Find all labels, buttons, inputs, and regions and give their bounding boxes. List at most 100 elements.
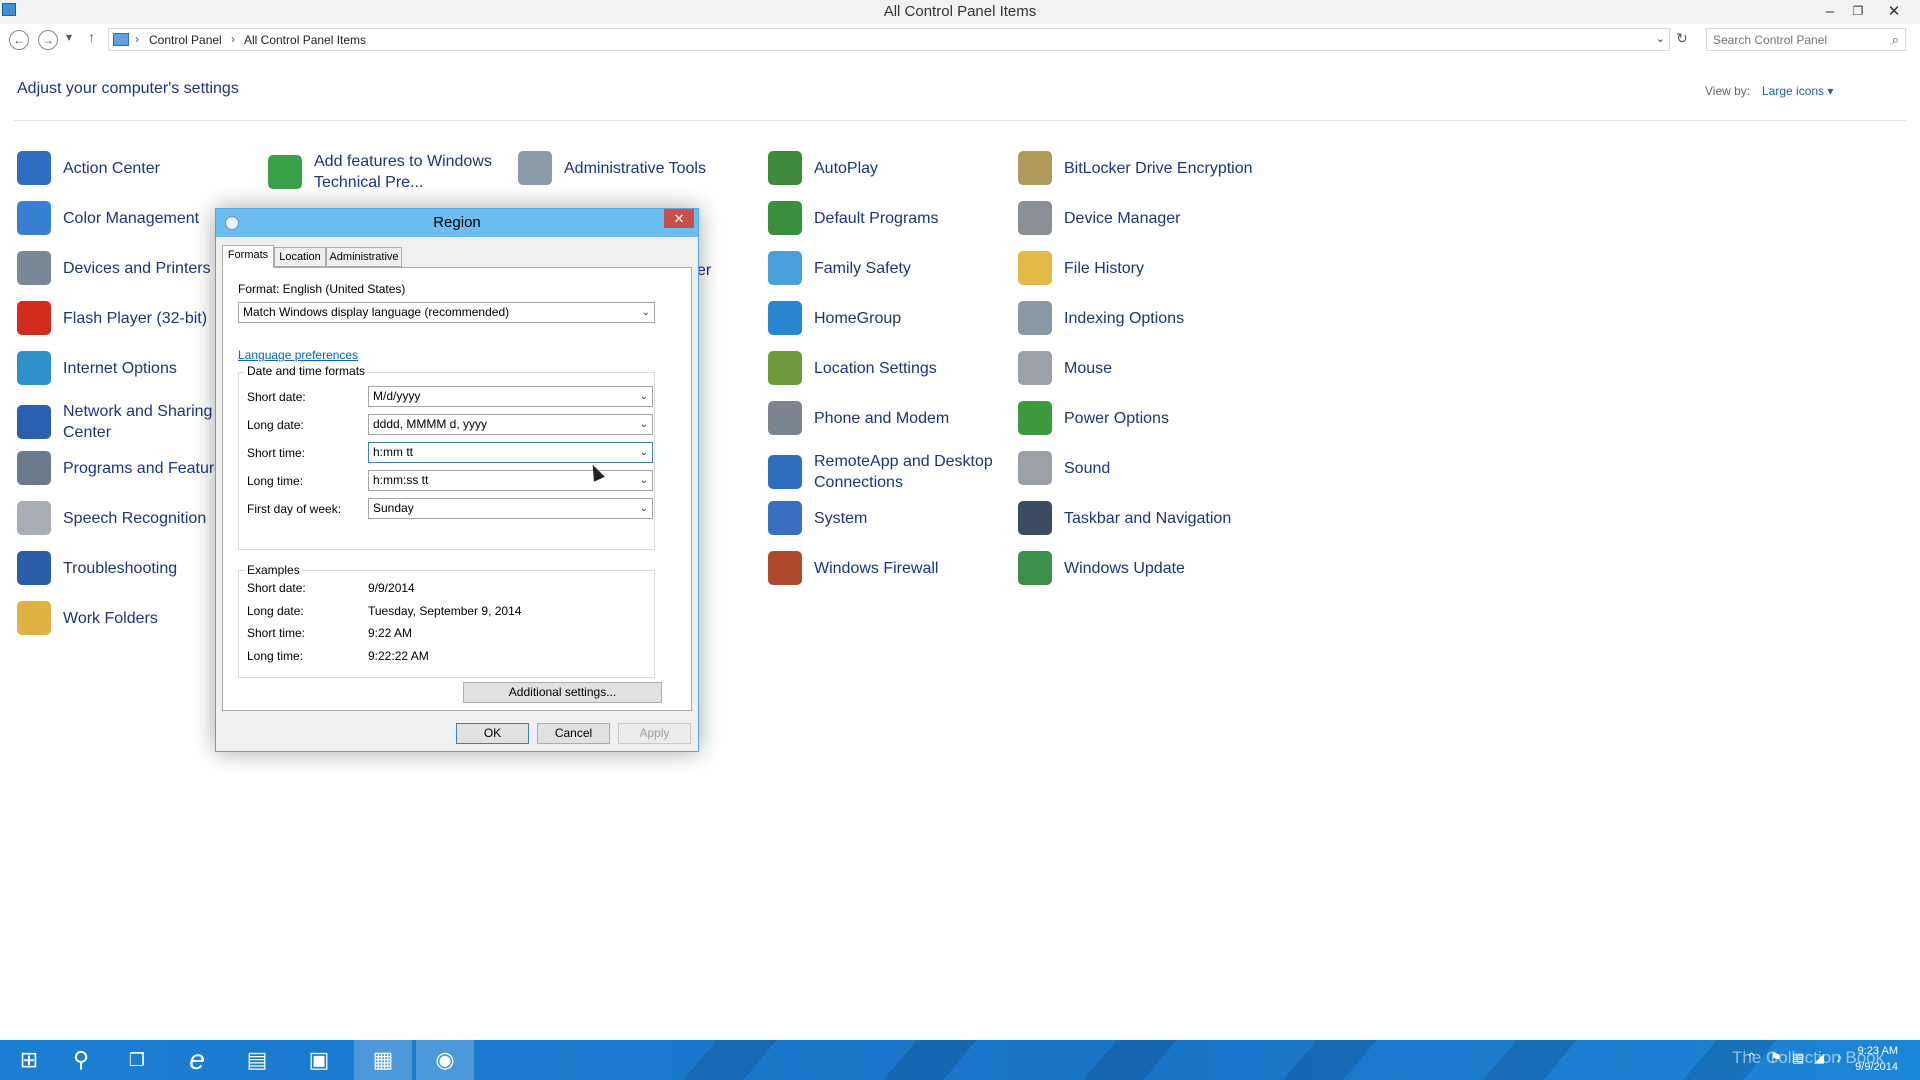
- sound-icon: [1018, 451, 1052, 485]
- forward-icon[interactable]: →: [38, 30, 58, 50]
- additional-settings-button[interactable]: Additional settings...: [463, 682, 662, 703]
- keyboard-icon[interactable]: ▤: [1792, 1050, 1804, 1066]
- cp-item-label: Mouse: [1064, 359, 1113, 377]
- action-center-icon[interactable]: ⚑: [1770, 1050, 1782, 1066]
- short-date-select[interactable]: M/d/yyyy ⌄: [368, 386, 653, 407]
- address-bar[interactable]: › Control Panel › All Control Panel Item…: [108, 28, 1670, 51]
- language-preferences-link[interactable]: Language preferences: [238, 348, 358, 362]
- cp-item-label: Default Programs: [814, 209, 939, 227]
- cp-item-administrative-tools[interactable]: Administrative Tools: [518, 151, 760, 185]
- cp-item-windows-update[interactable]: Windows Update: [1018, 551, 1260, 585]
- cp-item-label: Action Center: [63, 159, 160, 177]
- cp-item-taskbar-and-navigation[interactable]: Taskbar and Navigation: [1018, 501, 1260, 535]
- example-short-date-value: 9/9/2014: [368, 581, 415, 595]
- cp-item-label: AutoPlay: [814, 159, 879, 177]
- apply-button[interactable]: Apply: [618, 723, 691, 744]
- restore-button[interactable]: ❐: [1846, 0, 1870, 22]
- internet-explorer-icon[interactable]: e: [168, 1040, 226, 1080]
- troubleshooting-icon: [17, 551, 51, 585]
- breadcrumb-separator: ›: [231, 32, 235, 46]
- cp-item-label: RemoteApp and Desktop Connections: [814, 453, 993, 491]
- search-icon[interactable]: ⌕: [1892, 32, 1899, 48]
- cp-item-mouse[interactable]: Mouse: [1018, 351, 1260, 385]
- cp-item-default-programs[interactable]: Default Programs: [768, 201, 1010, 235]
- store-icon[interactable]: ▣: [290, 1040, 348, 1080]
- short-date-label: Short date:: [247, 390, 306, 404]
- cp-item-label: Sound: [1064, 459, 1111, 477]
- up-icon[interactable]: ↑: [88, 29, 95, 45]
- first-day-select[interactable]: Sunday ⌄: [368, 498, 653, 519]
- address-dropdown-icon[interactable]: ⌄: [1656, 32, 1665, 45]
- recent-locations-icon[interactable]: ▾: [66, 30, 72, 44]
- region-taskbar-icon[interactable]: ◉: [416, 1040, 474, 1080]
- refresh-icon[interactable]: ↻: [1672, 30, 1692, 50]
- example-short-time-value: 9:22 AM: [368, 626, 413, 640]
- cancel-button[interactable]: Cancel: [537, 723, 610, 744]
- short-time-select[interactable]: h:mm tt ⌄: [368, 442, 653, 463]
- cp-item-indexing-options[interactable]: Indexing Options: [1018, 301, 1260, 335]
- cp-item-family-safety[interactable]: Family Safety: [768, 251, 1010, 285]
- window-title-bar: All Control Panel Items – ❐ ✕: [0, 0, 1920, 24]
- cp-item-remoteapp-and-desktop-connections[interactable]: RemoteApp and Desktop Connections: [768, 451, 1010, 493]
- example-long-time-label: Long time:: [247, 649, 304, 663]
- search-box[interactable]: ⌕: [1706, 28, 1906, 51]
- file-explorer-icon[interactable]: ▤: [228, 1040, 286, 1080]
- task-view-icon[interactable]: ❐: [108, 1040, 166, 1080]
- cp-item-label: Indexing Options: [1064, 309, 1185, 327]
- cp-item-phone-and-modem[interactable]: Phone and Modem: [768, 401, 1010, 435]
- cp-item-action-center[interactable]: Action Center: [17, 151, 259, 185]
- cp-item-autoplay[interactable]: AutoPlay: [768, 151, 1010, 185]
- long-time-select[interactable]: h:mm:ss tt ⌄: [368, 470, 653, 491]
- close-button[interactable]: ✕: [1882, 0, 1906, 22]
- cp-item-bitlocker-drive-encryption[interactable]: BitLocker Drive Encryption: [1018, 151, 1260, 185]
- breadcrumb-all-items[interactable]: All Control Panel Items: [244, 33, 366, 47]
- cp-item-add-features-to-windows-technical-pre[interactable]: Add features to Windows Technical Pre...: [268, 151, 510, 193]
- chevron-down-icon: ⌄: [639, 475, 648, 486]
- control-panel-taskbar-icon[interactable]: ▦: [354, 1040, 412, 1080]
- cp-item-label: HomeGroup: [814, 309, 902, 327]
- partial-hidden-item[interactable]: er: [697, 260, 717, 281]
- cp-item-device-manager[interactable]: Device Manager: [1018, 201, 1260, 235]
- minimize-button[interactable]: –: [1818, 0, 1842, 22]
- long-date-select[interactable]: dddd, MMMM d, yyyy ⌄: [368, 414, 653, 435]
- mouse-icon: [1018, 351, 1052, 385]
- homegroup-icon: [768, 301, 802, 335]
- tab-formats[interactable]: Formats: [222, 245, 274, 268]
- cp-item-homegroup[interactable]: HomeGroup: [768, 301, 1010, 335]
- remoteapp-and-desktop-connections-icon: [768, 455, 802, 489]
- example-long-time-value: 9:22:22 AM: [368, 649, 429, 663]
- search-input[interactable]: [1707, 29, 1877, 50]
- breadcrumb-control-panel[interactable]: Control Panel: [149, 33, 222, 47]
- show-hidden-icons[interactable]: ⌃: [1746, 1050, 1757, 1066]
- chevron-down-icon: ⌄: [639, 447, 648, 458]
- phone-and-modem-icon: [768, 401, 802, 435]
- view-by-dropdown[interactable]: Large icons ▾: [1762, 84, 1833, 98]
- network-and-sharing-center-icon: [17, 405, 51, 439]
- ok-button[interactable]: OK: [456, 723, 529, 744]
- format-select[interactable]: Match Windows display language (recommen…: [238, 302, 655, 323]
- network-icon[interactable]: ◢: [1814, 1050, 1824, 1066]
- first-day-label: First day of week:: [247, 502, 342, 516]
- search-icon[interactable]: ⚲: [52, 1040, 110, 1080]
- cp-item-system[interactable]: System: [768, 501, 1010, 535]
- cp-item-file-history[interactable]: File History: [1018, 251, 1260, 285]
- administrative-tools-icon: [518, 151, 552, 185]
- clock[interactable]: 9:23 AM 9/9/2014: [1855, 1043, 1898, 1075]
- date-time-formats-title: Date and time formats: [245, 364, 368, 378]
- internet-options-icon: [17, 351, 51, 385]
- start-button[interactable]: ⊞: [0, 1040, 58, 1080]
- dialog-close-button[interactable]: ✕: [664, 209, 694, 228]
- volume-icon[interactable]: ♪: [1836, 1050, 1843, 1065]
- cp-item-windows-firewall[interactable]: Windows Firewall: [768, 551, 1010, 585]
- cp-item-sound[interactable]: Sound: [1018, 451, 1260, 485]
- cp-item-label: Location Settings: [814, 359, 937, 377]
- back-icon[interactable]: ←: [9, 30, 29, 50]
- cp-item-label: BitLocker Drive Encryption: [1064, 159, 1253, 177]
- tab-administrative[interactable]: Administrative: [326, 247, 402, 267]
- dialog-title-bar: Region ✕: [216, 209, 698, 237]
- cp-item-location-settings[interactable]: Location Settings: [768, 351, 1010, 385]
- cp-item-power-options[interactable]: Power Options: [1018, 401, 1260, 435]
- tab-location[interactable]: Location: [274, 247, 326, 267]
- control-panel-icon: [113, 33, 129, 46]
- clock-time: 9:23 AM: [1857, 1045, 1898, 1057]
